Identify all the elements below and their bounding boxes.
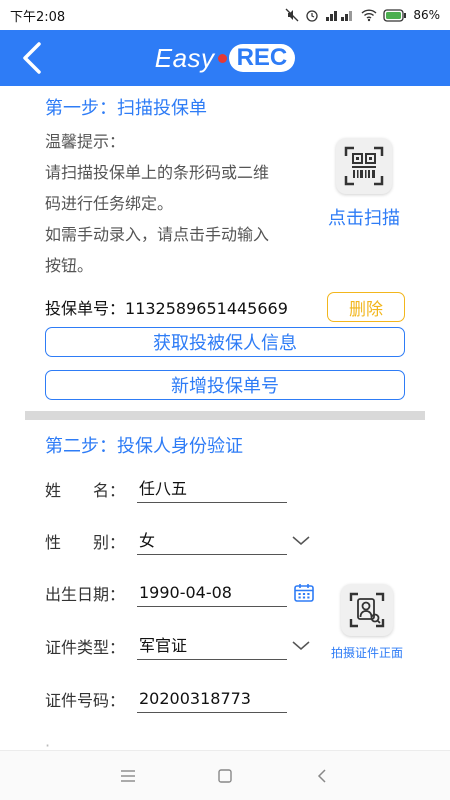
- name-input[interactable]: 任八五: [137, 475, 287, 503]
- menu-icon: [121, 769, 136, 782]
- name-label: 姓 名：: [45, 481, 126, 500]
- id-number-label: 证件号码：: [45, 691, 126, 710]
- partially-visible-row: ·: [45, 736, 50, 750]
- id-number-input[interactable]: 20200318773: [137, 685, 287, 713]
- id-type-select[interactable]: 军官证: [137, 632, 287, 660]
- step1-hint: 温馨提示： 请扫描投保单上的条形码或二维 码进行任务绑定。 如需手动录入，请点击…: [45, 126, 310, 281]
- logo-rec-text: REC: [228, 44, 296, 72]
- policy-number-display: 投保单号：1132589651445669: [45, 295, 288, 319]
- get-insured-info-button[interactable]: 获取投被保人信息: [45, 327, 405, 357]
- birthdate-input[interactable]: 1990-04-08: [137, 579, 287, 607]
- scan-button[interactable]: 点击扫描: [322, 138, 406, 230]
- chevron-down-icon[interactable]: [291, 640, 311, 652]
- hint-line: 请扫描投保单上的条形码或二维: [45, 163, 270, 182]
- gender-label: 性 别：: [45, 533, 126, 552]
- main-content[interactable]: 第一步：扫描投保单 温馨提示： 请扫描投保单上的条形码或二维 码进行任务绑定。 …: [0, 86, 450, 750]
- back-button[interactable]: [12, 38, 52, 78]
- policy-number-value: 1132589651445669: [125, 299, 288, 318]
- capture-id-front-button[interactable]: 拍摄证件正面: [322, 584, 412, 661]
- home-square-icon: [218, 768, 232, 783]
- chevron-down-icon[interactable]: [291, 535, 311, 547]
- back-arrow-icon: [23, 42, 41, 74]
- hint-line: 码进行任务绑定。: [45, 194, 174, 213]
- policy-number-row: 投保单号：1132589651445669 删除: [45, 292, 405, 322]
- gender-field-row: 性 别： 女: [45, 526, 311, 556]
- hint-line: 按钮。: [45, 256, 94, 275]
- nav-menu-button[interactable]: [108, 756, 148, 796]
- name-field-row: 姓 名： 任八五: [45, 474, 287, 504]
- qr-scan-icon[interactable]: [336, 138, 392, 194]
- hint-line: 温馨提示：: [45, 132, 126, 151]
- status-bar: 下午2:08 86%: [0, 0, 450, 30]
- partial-text-fragment: ·: [45, 736, 51, 750]
- calendar-icon[interactable]: [293, 582, 315, 604]
- birthdate-label: 出生日期：: [45, 585, 126, 604]
- add-policy-number-button[interactable]: 新增投保单号: [45, 370, 405, 400]
- status-icons: 86%: [285, 8, 440, 22]
- alarm-icon: [305, 8, 319, 22]
- id-type-label: 证件类型：: [45, 638, 126, 657]
- capture-id-front-label[interactable]: 拍摄证件正面: [322, 644, 412, 661]
- scan-label[interactable]: 点击扫描: [322, 204, 406, 230]
- nav-back-button[interactable]: [302, 756, 342, 796]
- hint-line: 如需手动录入，请点击手动输入: [45, 225, 270, 244]
- id-type-field-row: 证件类型： 军官证: [45, 631, 311, 661]
- mute-icon: [285, 8, 299, 22]
- step2-title: 第二步：投保人身份验证: [45, 436, 243, 457]
- id-number-field-row: 证件号码： 20200318773: [45, 684, 287, 714]
- battery-level: 86%: [413, 8, 440, 22]
- app-logo: Easy REC: [154, 42, 296, 74]
- birthdate-field-row: 出生日期： 1990-04-08: [45, 578, 315, 608]
- logo-easy-text: Easy: [154, 42, 215, 73]
- app-header: Easy REC: [0, 30, 450, 86]
- status-time: 下午2:08: [10, 9, 66, 25]
- step1-title: 第一步：扫描投保单: [45, 98, 207, 119]
- nav-home-button[interactable]: [205, 756, 245, 796]
- wifi-icon: [361, 8, 377, 22]
- logo-dot: [217, 53, 227, 63]
- id-card-person-icon[interactable]: [341, 584, 393, 636]
- battery-icon: [383, 8, 407, 22]
- system-nav-bar: [0, 750, 450, 800]
- policy-number-label: 投保单号：: [45, 299, 126, 318]
- section-divider: [25, 411, 425, 420]
- signal-icon: [325, 8, 355, 22]
- gender-select[interactable]: 女: [137, 527, 287, 555]
- delete-button[interactable]: 删除: [327, 292, 405, 322]
- nav-back-icon: [317, 768, 326, 783]
